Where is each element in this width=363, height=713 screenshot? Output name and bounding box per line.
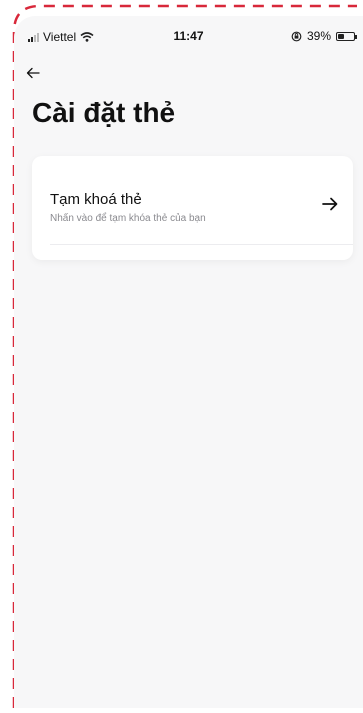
orientation-lock-icon [291, 31, 302, 41]
battery-icon [336, 31, 357, 41]
back-button[interactable] [20, 62, 46, 84]
app-screen: Viettel 11:47 39% Cài đặt thẻ Tạm khoá t… [14, 16, 363, 708]
lock-card-item[interactable]: Tạm khoá thẻ Nhấn vào để tạm khóa thẻ củ… [32, 156, 353, 244]
arrow-right-icon [322, 197, 338, 211]
settings-card: Tạm khoá thẻ Nhấn vào để tạm khóa thẻ củ… [32, 156, 353, 260]
card-divider [50, 244, 353, 245]
status-bar: Viettel 11:47 39% [14, 16, 363, 60]
lock-card-subtitle: Nhấn vào để tạm khóa thẻ của bạn [50, 213, 206, 224]
page-title: Cài đặt thẻ [32, 97, 176, 128]
battery-fill [338, 33, 344, 39]
status-right: 39% [291, 29, 357, 43]
lock-card-title: Tạm khoá thẻ [50, 191, 142, 208]
arrow-left-icon [26, 67, 40, 79]
battery-percent: 39% [306, 29, 331, 43]
phone-frame: Viettel 11:47 39% Cài đặt thẻ Tạm khoá t… [0, 0, 363, 713]
